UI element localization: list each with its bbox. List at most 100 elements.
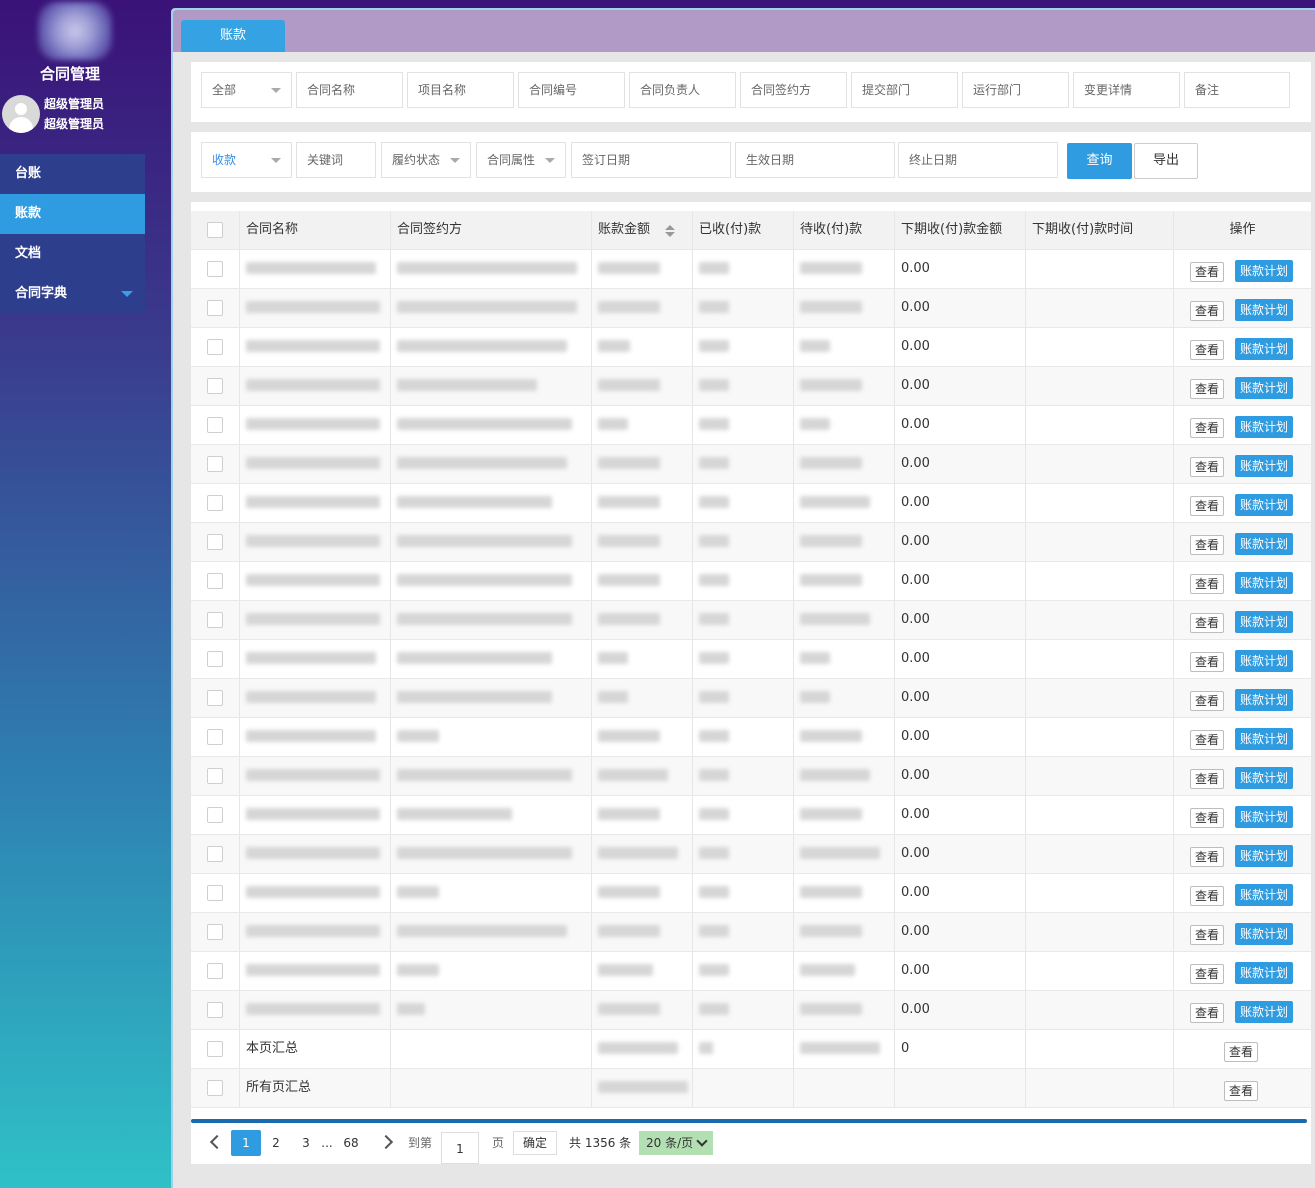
row-checkbox[interactable] — [207, 729, 223, 745]
account-plan-button[interactable]: 账款计划 — [1235, 416, 1293, 438]
row-checkbox[interactable] — [207, 846, 223, 862]
view-button[interactable]: 查看 — [1190, 730, 1224, 750]
page-2-button[interactable]: 2 — [269, 1130, 283, 1156]
prev-page-icon[interactable] — [209, 1134, 225, 1150]
row-checkbox[interactable] — [207, 612, 223, 628]
view-button[interactable]: 查看 — [1190, 613, 1224, 633]
row-checkbox[interactable] — [207, 1002, 223, 1018]
view-button[interactable]: 查看 — [1190, 262, 1224, 282]
view-button[interactable]: 查看 — [1190, 964, 1224, 984]
row-checkbox[interactable] — [207, 1041, 223, 1057]
remark-input[interactable]: 备注 — [1184, 72, 1290, 108]
account-plan-button[interactable]: 账款计划 — [1235, 923, 1293, 945]
contract-name-input[interactable]: 合同名称 — [296, 72, 403, 108]
next-page-icon[interactable] — [378, 1134, 394, 1150]
view-button[interactable]: 查看 — [1190, 886, 1224, 906]
contract-attr-select[interactable]: 合同属性 — [476, 142, 566, 178]
account-plan-button[interactable]: 账款计划 — [1235, 884, 1293, 906]
row-checkbox[interactable] — [207, 417, 223, 433]
goto-page-input[interactable]: 1 — [441, 1132, 479, 1164]
row-checkbox[interactable] — [207, 1080, 223, 1096]
row-checkbox[interactable] — [207, 651, 223, 667]
submit-dept-input[interactable]: 提交部门 — [851, 72, 958, 108]
query-button[interactable]: 查询 — [1067, 143, 1132, 179]
tab-accounts[interactable]: 账款 — [181, 20, 285, 52]
row-checkbox[interactable] — [207, 339, 223, 355]
view-button[interactable]: 查看 — [1224, 1042, 1258, 1062]
row-checkbox[interactable] — [207, 807, 223, 823]
row-checkbox[interactable] — [207, 300, 223, 316]
view-button[interactable]: 查看 — [1190, 925, 1224, 945]
export-button[interactable]: 导出 — [1134, 143, 1198, 179]
view-button[interactable]: 查看 — [1190, 769, 1224, 789]
account-plan-button[interactable]: 账款计划 — [1235, 299, 1293, 321]
select-all-checkbox[interactable] — [207, 222, 223, 238]
account-plan-button[interactable]: 账款计划 — [1235, 611, 1293, 633]
page-68-button[interactable]: 68 — [341, 1130, 361, 1156]
effective-date-input[interactable]: 生效日期 — [735, 142, 895, 178]
sidebar-item-dictionary[interactable]: 合同字典 — [0, 274, 145, 314]
sign-date-input[interactable]: 签订日期 — [571, 142, 731, 178]
run-dept-input[interactable]: 运行部门 — [962, 72, 1069, 108]
account-plan-button[interactable]: 账款计划 — [1235, 962, 1293, 984]
col-amount[interactable]: 账款金额 — [592, 211, 693, 249]
account-plan-button[interactable]: 账款计划 — [1235, 533, 1293, 555]
keyword-input[interactable]: 关键词 — [296, 142, 376, 178]
view-button[interactable]: 查看 — [1190, 340, 1224, 360]
account-plan-button[interactable]: 账款计划 — [1235, 260, 1293, 282]
account-plan-button[interactable]: 账款计划 — [1235, 845, 1293, 867]
contract-no-input[interactable]: 合同编号 — [518, 72, 625, 108]
sidebar-item-accounts[interactable]: 账款 — [0, 194, 145, 234]
change-detail-input[interactable]: 变更详情 — [1073, 72, 1180, 108]
end-date-input[interactable]: 终止日期 — [898, 142, 1058, 178]
account-plan-button[interactable]: 账款计划 — [1235, 455, 1293, 477]
row-checkbox[interactable] — [207, 261, 223, 277]
row-checkbox[interactable] — [207, 378, 223, 394]
row-checkbox[interactable] — [207, 924, 223, 940]
account-plan-button[interactable]: 账款计划 — [1235, 767, 1293, 789]
page-1-button[interactable]: 1 — [231, 1130, 261, 1156]
account-plan-button[interactable]: 账款计划 — [1235, 689, 1293, 711]
account-plan-button[interactable]: 账款计划 — [1235, 377, 1293, 399]
row-checkbox[interactable] — [207, 963, 223, 979]
row-checkbox[interactable] — [207, 456, 223, 472]
perform-status-select[interactable]: 履约状态 — [381, 142, 471, 178]
view-button[interactable]: 查看 — [1190, 847, 1224, 867]
row-checkbox[interactable] — [207, 768, 223, 784]
counterparty-input[interactable]: 合同签约方 — [740, 72, 847, 108]
row-checkbox[interactable] — [207, 885, 223, 901]
sort-icon[interactable] — [665, 225, 675, 237]
view-button[interactable]: 查看 — [1190, 691, 1224, 711]
sidebar-item-documents[interactable]: 文档 — [0, 234, 145, 274]
type-select[interactable]: 收款 — [201, 142, 292, 178]
scope-select[interactable]: 全部 — [201, 72, 292, 108]
project-name-input[interactable]: 项目名称 — [407, 72, 514, 108]
owner-input[interactable]: 合同负责人 — [629, 72, 736, 108]
account-plan-button[interactable]: 账款计划 — [1235, 338, 1293, 360]
view-button[interactable]: 查看 — [1190, 535, 1224, 555]
view-button[interactable]: 查看 — [1190, 652, 1224, 672]
view-button[interactable]: 查看 — [1190, 301, 1224, 321]
account-plan-button[interactable]: 账款计划 — [1235, 728, 1293, 750]
row-checkbox[interactable] — [207, 690, 223, 706]
account-plan-button[interactable]: 账款计划 — [1235, 806, 1293, 828]
row-checkbox[interactable] — [207, 534, 223, 550]
sidebar-item-ledger[interactable]: 台账 — [0, 154, 145, 194]
page-size-select[interactable]: 20 条/页 — [639, 1131, 713, 1155]
view-button[interactable]: 查看 — [1190, 457, 1224, 477]
view-button[interactable]: 查看 — [1190, 418, 1224, 438]
goto-confirm-button[interactable]: 确定 — [513, 1131, 557, 1155]
account-plan-button[interactable]: 账款计划 — [1235, 494, 1293, 516]
horizontal-scrollbar[interactable] — [191, 1119, 1307, 1123]
view-button[interactable]: 查看 — [1190, 808, 1224, 828]
view-button[interactable]: 查看 — [1224, 1081, 1258, 1101]
row-checkbox[interactable] — [207, 495, 223, 511]
view-button[interactable]: 查看 — [1190, 1003, 1224, 1023]
view-button[interactable]: 查看 — [1190, 379, 1224, 399]
view-button[interactable]: 查看 — [1190, 496, 1224, 516]
account-plan-button[interactable]: 账款计划 — [1235, 1001, 1293, 1023]
view-button[interactable]: 查看 — [1190, 574, 1224, 594]
account-plan-button[interactable]: 账款计划 — [1235, 650, 1293, 672]
page-3-button[interactable]: 3 — [299, 1130, 313, 1156]
account-plan-button[interactable]: 账款计划 — [1235, 572, 1293, 594]
